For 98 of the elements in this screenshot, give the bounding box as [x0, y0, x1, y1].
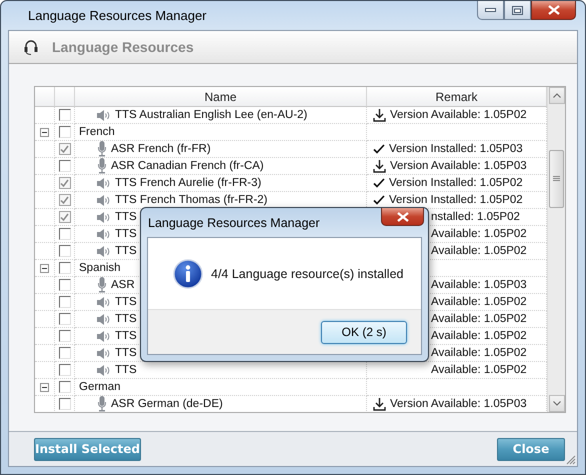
close-button[interactable]: [381, 208, 424, 226]
resource-name: TTS: [115, 347, 137, 359]
dialog-message: 4/4 Language resource(s) installed: [211, 266, 404, 280]
group-name: Spanish: [79, 262, 121, 274]
remark-text: Version Installed: 1.05P02: [389, 194, 523, 206]
checkbox[interactable]: [58, 330, 70, 342]
window-title: Language Resources Manager: [28, 8, 207, 23]
remark-text: Available: 1.05P02: [431, 245, 527, 257]
resource-name: ASR German (de-DE): [111, 398, 223, 410]
collapse-icon[interactable]: [40, 128, 49, 136]
speaker-icon: [97, 178, 111, 188]
resource-name: TTS French Thomas (fr-FR-2): [115, 194, 268, 206]
speaker-icon: [97, 110, 111, 120]
section-title: Language Resources: [52, 39, 194, 55]
dialog-title: Language Resources Manager: [148, 216, 320, 230]
resource-name: ASR: [111, 279, 135, 291]
remark-text: Version Installed: 1.05P03: [389, 143, 523, 155]
checkmark-icon: [373, 144, 385, 154]
microphone-icon: [97, 277, 107, 293]
remark-text: Available: 1.05P02: [431, 330, 527, 342]
speaker-icon: [97, 296, 111, 308]
grip-icon: [553, 176, 560, 182]
speaker-icon: [97, 348, 111, 358]
resize-grip-icon[interactable]: [566, 455, 576, 465]
column-header[interactable]: Remark: [367, 87, 547, 107]
close-button[interactable]: [531, 1, 576, 20]
microphone-icon: [97, 396, 107, 412]
checkbox[interactable]: [58, 364, 70, 376]
collapse-icon[interactable]: [40, 264, 49, 272]
remark-text: Available: 1.05P02: [431, 228, 527, 240]
remark-text: Version Available: 1.05P03: [390, 160, 527, 172]
resource-name: TTS: [115, 228, 137, 240]
speaker-icon: [97, 330, 111, 342]
collapse-icon[interactable]: [40, 382, 49, 392]
minimize-button[interactable]: [477, 1, 504, 20]
checkbox[interactable]: [58, 347, 70, 359]
checkbox[interactable]: [58, 109, 70, 121]
remark-text: Version Available: 1.05P03: [390, 398, 527, 410]
resource-name: TTS: [115, 364, 137, 376]
resource-name: TTS: [115, 296, 137, 308]
resource-name: ASR Canadian French (fr-CA): [111, 160, 264, 172]
resource-name: TTS: [115, 211, 137, 223]
checkbox[interactable]: [58, 313, 70, 325]
microphone-icon: [97, 158, 107, 174]
remark-text: Version Installed: 1.05P02: [389, 177, 523, 189]
download-icon: [373, 108, 386, 122]
checkbox[interactable]: [58, 245, 70, 257]
group-name: German: [79, 381, 121, 393]
checkbox[interactable]: [58, 279, 70, 291]
resource-name: TTS: [115, 313, 137, 325]
checkmark-icon: [373, 178, 385, 188]
remark-text: Available: 1.05P02: [431, 296, 527, 308]
group-name: French: [79, 126, 115, 138]
checkbox[interactable]: [58, 211, 70, 223]
checkbox[interactable]: [58, 262, 70, 274]
speaker-icon: [97, 364, 111, 376]
download-icon: [373, 160, 386, 172]
checkbox[interactable]: [58, 398, 70, 410]
checkbox[interactable]: [58, 194, 70, 206]
checkbox[interactable]: [58, 381, 70, 393]
speaker-icon: [97, 194, 111, 206]
microphone-icon: [97, 141, 107, 157]
checkbox[interactable]: [58, 126, 70, 138]
scroll-thumb[interactable]: [549, 150, 564, 208]
speaker-icon: [97, 228, 111, 240]
scroll-down-button[interactable]: [548, 395, 564, 412]
resource-name: TTS: [115, 245, 137, 257]
resource-name: TTS Australian English Lee (en-AU-2): [115, 109, 308, 121]
close-icon: [548, 5, 560, 15]
resource-name: TTS: [115, 330, 137, 342]
maximize-button[interactable]: [504, 1, 531, 20]
checkbox[interactable]: [58, 143, 70, 155]
scroll-up-button[interactable]: [548, 87, 564, 104]
checkbox[interactable]: [58, 177, 70, 189]
speaker-icon: [97, 246, 111, 256]
remark-text: nstalled: 1.05P02: [431, 211, 520, 223]
remark-text: Available: 1.05P02: [431, 364, 527, 376]
checkmark-icon: [373, 195, 385, 205]
info-icon: [173, 258, 203, 288]
checkbox[interactable]: [58, 296, 70, 308]
remark-text: Available: 1.05P03: [431, 279, 527, 291]
checkbox[interactable]: [58, 228, 70, 240]
remark-text: Version Available: 1.05P02: [390, 109, 527, 121]
checkbox[interactable]: [58, 160, 70, 172]
download-icon: [373, 398, 386, 410]
column-header[interactable]: Name: [75, 87, 367, 107]
resource-name: ASR French (fr-FR): [111, 143, 211, 155]
minimize-icon: [485, 8, 496, 12]
headset-icon: [24, 39, 38, 55]
maximize-icon: [512, 6, 523, 14]
remark-text: Available: 1.05P02: [431, 313, 527, 325]
remark-text: Available: 1.05P02: [431, 347, 527, 359]
close-icon: [396, 212, 408, 222]
scrollbar[interactable]: [547, 87, 565, 412]
speaker-icon: [97, 212, 111, 222]
speaker-icon: [97, 314, 111, 324]
ok-button[interactable]: OK (2 s): [321, 320, 407, 344]
resource-name: TTS French Aurelie (fr-FR-3): [115, 177, 262, 189]
